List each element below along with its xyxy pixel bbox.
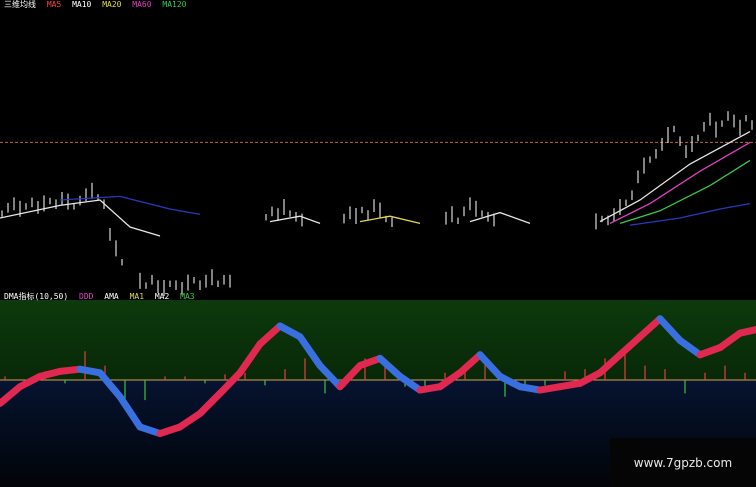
header-item: MA20: [102, 0, 122, 9]
header-item: MA60: [132, 0, 152, 9]
moving-average-line: [619, 159, 751, 225]
header-item: MA1: [129, 292, 145, 301]
watermark: www.7gpzb.com: [610, 438, 756, 487]
moving-average-line: [609, 141, 751, 224]
indicator-ribbon-segment: [736, 326, 756, 337]
header-item: MA2: [154, 292, 170, 301]
header-item: 三维均线: [4, 0, 36, 9]
header-item: DMA指标(10,50): [4, 292, 69, 301]
header-item: MA3: [180, 292, 195, 301]
header-item: MA120: [162, 0, 187, 9]
indicator-header: DMA指标(10,50) DDD AMA MA1 MA2 MA3: [4, 292, 201, 302]
stock-chart-screen: 三维均线 MA5 MA10 MA20 MA60 MA120 DMA指标(10,5…: [0, 0, 756, 487]
price-indicator-header: 三维均线 MA5 MA10 MA20 MA60 MA120: [4, 0, 192, 10]
header-item: AMA: [104, 292, 119, 301]
indicator-bg-positive: [0, 300, 756, 380]
header-item: MA5: [46, 0, 62, 9]
moving-average-line: [59, 195, 201, 216]
header-item: MA10: [72, 0, 92, 9]
header-item: DDD: [79, 292, 94, 301]
moving-average-line: [359, 215, 421, 225]
moving-average-line: [469, 211, 531, 225]
chart-canvas: [0, 111, 756, 487]
